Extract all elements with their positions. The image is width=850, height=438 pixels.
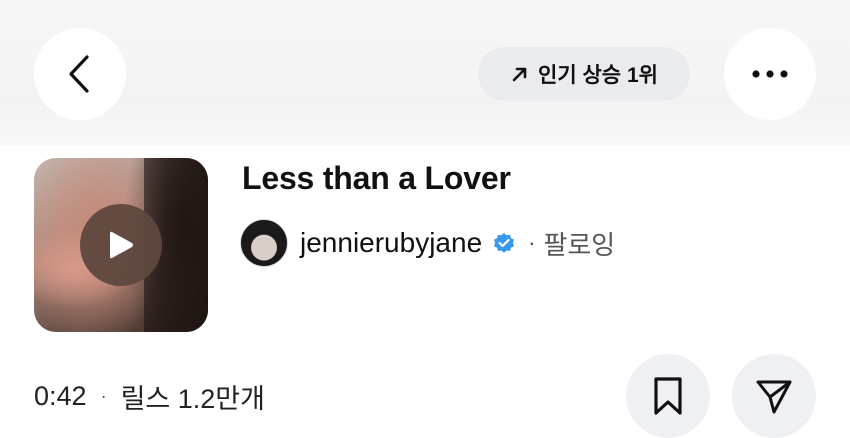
verified-badge-icon <box>492 231 516 255</box>
top-bar <box>0 0 850 145</box>
artist-avatar[interactable] <box>240 219 288 267</box>
following-button[interactable]: 팔로잉 <box>543 225 615 262</box>
trending-badge-label: 인기 상승 1위 <box>538 64 658 87</box>
send-icon <box>756 380 792 414</box>
audio-duration: 0:42 <box>34 380 87 411</box>
chevron-left-icon <box>69 55 89 93</box>
bookmark-icon <box>654 377 682 415</box>
song-cover-art[interactable] <box>34 158 208 332</box>
meta-separator: · <box>100 385 107 406</box>
trending-badge[interactable]: 인기 상승 1위 <box>478 47 690 101</box>
back-button[interactable] <box>34 28 126 120</box>
play-icon <box>110 231 133 259</box>
save-button[interactable] <box>626 354 710 438</box>
song-title: Less than a Lover <box>242 160 511 196</box>
reels-count: 릴스 1.2만개 <box>120 383 265 414</box>
play-button[interactable] <box>80 204 162 286</box>
arrow-up-right-icon <box>512 67 527 82</box>
artist-row: jennierubyjane · 팔로잉 <box>240 218 615 268</box>
share-button[interactable] <box>732 354 816 438</box>
artist-name[interactable]: jennierubyjane <box>300 227 482 259</box>
audio-meta: 0:42 · 릴스 1.2만개 <box>34 374 265 418</box>
more-horizontal-icon <box>752 70 788 78</box>
more-options-button[interactable] <box>724 28 816 120</box>
artist-separator: · <box>528 230 536 255</box>
